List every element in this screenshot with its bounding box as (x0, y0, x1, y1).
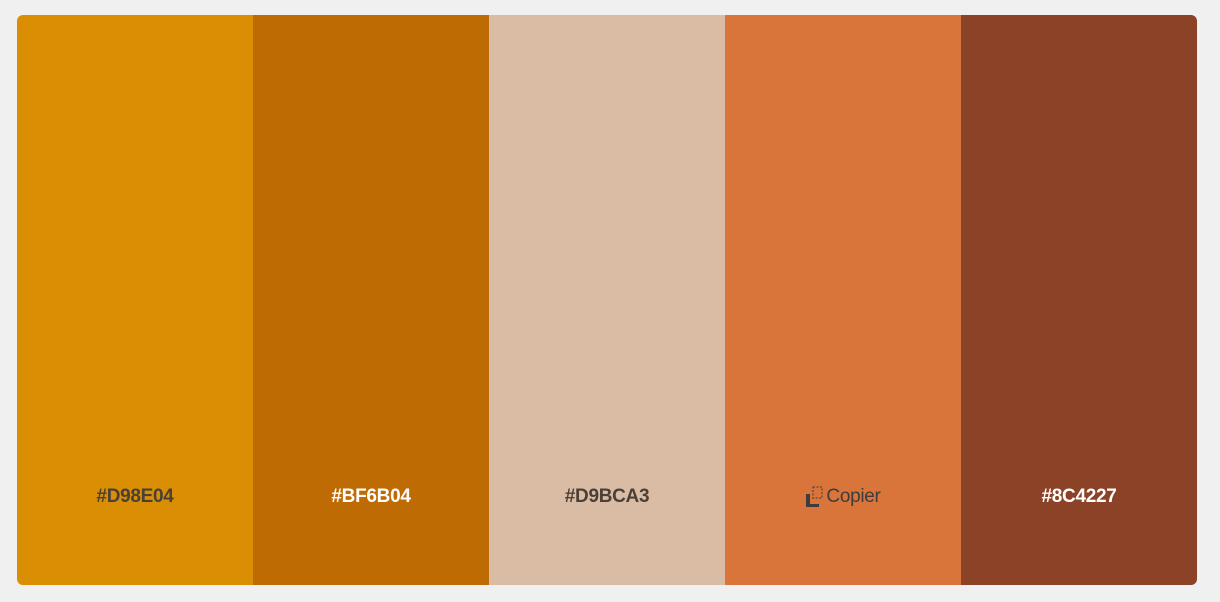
copy-button[interactable]: Copier (725, 486, 961, 508)
swatch-2[interactable]: #BF6B04 (253, 15, 489, 585)
color-palette: #D98E04 #BF6B04 #D9BCA3 Copier #8C4227 (17, 15, 1197, 585)
swatch-1[interactable]: #D98E04 (17, 15, 253, 585)
swatch-5[interactable]: #8C4227 (961, 15, 1197, 585)
swatch-hex-label: #BF6B04 (331, 486, 411, 507)
swatch-hex-label: #D98E04 (96, 486, 174, 507)
copy-icon (806, 486, 823, 507)
swatch-4[interactable]: Copier (725, 15, 961, 585)
swatch-hex-label: #D9BCA3 (564, 486, 650, 507)
swatch-hex-label: #8C4227 (1041, 486, 1117, 507)
swatch-3[interactable]: #D9BCA3 (489, 15, 725, 585)
copy-label: Copier (826, 486, 881, 507)
